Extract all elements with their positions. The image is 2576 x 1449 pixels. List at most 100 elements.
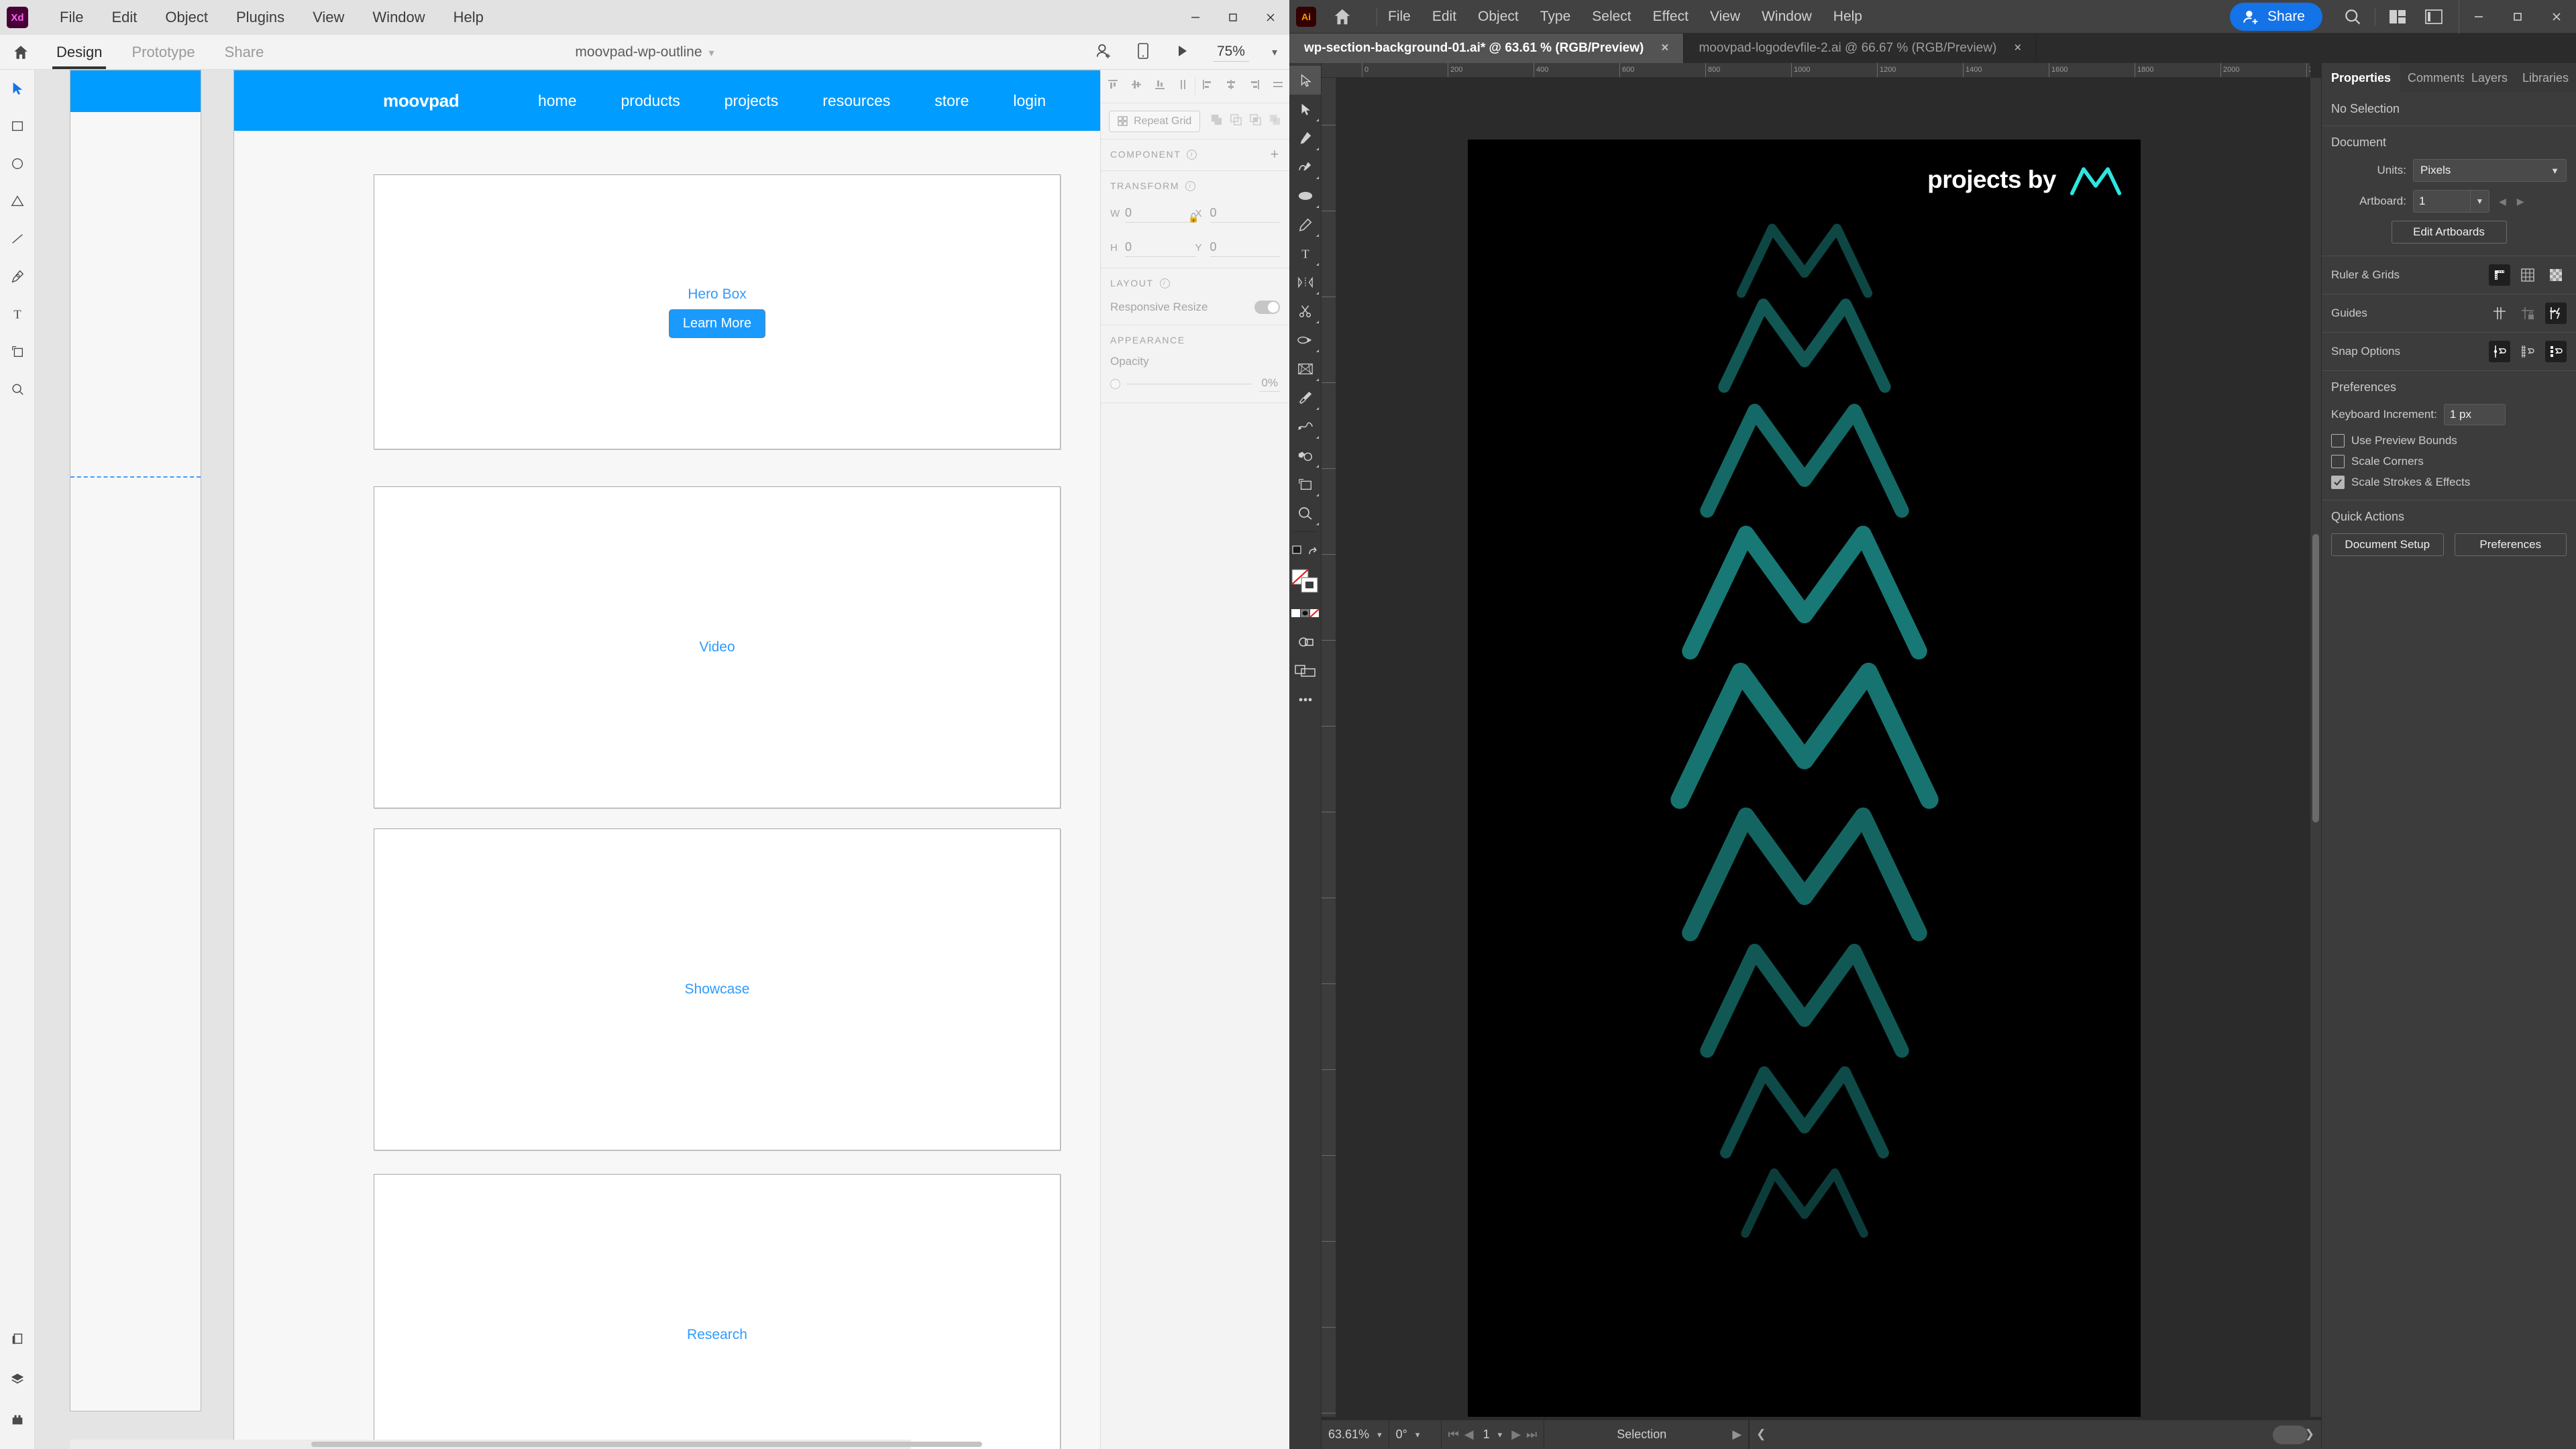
ai-home-icon[interactable] [1328, 7, 1356, 27]
xd-menu-plugins[interactable]: Plugins [222, 0, 299, 35]
ai-scissors-tool[interactable] [1289, 297, 1321, 325]
xd-select-tool[interactable] [0, 70, 34, 107]
xd-canvas[interactable]: Products - 1366px moovpad home products … [35, 70, 1100, 1449]
xd-artboard-secondary[interactable] [70, 70, 201, 1411]
status-menu-icon[interactable]: ▶ [1732, 1428, 1741, 1442]
lock-guides-icon[interactable] [2517, 303, 2538, 324]
xd-tab-share[interactable]: Share [210, 36, 279, 69]
ai-curvature-tool[interactable] [1289, 152, 1321, 181]
xd-zoom-value[interactable]: 75% [1212, 44, 1249, 62]
nav-link-home[interactable]: home [516, 92, 599, 110]
preferences-button[interactable]: Preferences [2454, 533, 2567, 556]
align-horizontal-center-icon[interactable] [1224, 78, 1238, 95]
wireframe-showcase-box[interactable]: Showcase [374, 828, 1061, 1150]
nav-link-store[interactable]: store [912, 92, 991, 110]
xd-home-icon[interactable] [0, 44, 42, 61]
xd-plugins-panel-icon[interactable] [0, 1399, 34, 1440]
use-preview-bounds-checkbox[interactable] [2331, 434, 2345, 447]
ai-ellipse-tool[interactable] [1289, 181, 1321, 210]
device-preview-icon[interactable] [1135, 42, 1151, 63]
ai-horizontal-ruler[interactable]: 0 200 400 600 800 1000 1200 1400 1600 18… [1322, 63, 2310, 78]
ai-type-tool[interactable]: T [1289, 239, 1321, 268]
ai-draw-modes-icon[interactable] [1289, 627, 1321, 656]
search-icon[interactable] [2334, 0, 2371, 34]
ai-tab-wp-section-background[interactable]: wp-section-background-01.ai* @ 63.61 % (… [1289, 34, 1684, 63]
distribute-horizontal-icon[interactable] [1271, 78, 1285, 95]
nav-link-products[interactable]: products [599, 92, 702, 110]
next-artboard-icon[interactable]: ▶ [2517, 196, 2524, 207]
use-preview-bounds-row[interactable]: Use Preview Bounds [2331, 434, 2567, 447]
xd-zoom-tool[interactable] [0, 370, 34, 408]
previous-artboard-icon[interactable]: ◀ [2499, 196, 2506, 207]
chevron-down-icon[interactable]: ▾ [1377, 1430, 1382, 1440]
show-transparency-grid-icon[interactable] [2545, 264, 2567, 286]
ai-close-button[interactable] [2537, 0, 2576, 34]
align-top-icon[interactable] [1106, 78, 1120, 95]
ai-zoom-tool[interactable] [1289, 498, 1321, 527]
ai-menu-help[interactable]: Help [1823, 0, 1873, 34]
boolean-add-icon[interactable] [1210, 113, 1223, 129]
close-icon[interactable]: × [1661, 41, 1668, 56]
add-component-button[interactable]: + [1271, 147, 1280, 162]
info-icon[interactable]: i [1187, 149, 1197, 160]
scroll-right-icon[interactable]: ❯ [2305, 1428, 2314, 1441]
ai-menu-select[interactable]: Select [1581, 0, 1642, 34]
opacity-value[interactable]: 0% [1259, 376, 1280, 392]
ai-document-area[interactable]: 0 200 400 600 800 1000 1200 1400 1600 18… [1322, 63, 2321, 1449]
xd-menu-window[interactable]: Window [358, 0, 439, 35]
keyboard-increment-input[interactable]: 1 px [2443, 404, 2506, 425]
ai-minimize-button[interactable] [2459, 0, 2498, 34]
show-rulers-icon[interactable] [2489, 264, 2510, 286]
play-preview-icon[interactable] [1174, 43, 1190, 62]
workspace-switcher-icon[interactable] [2416, 0, 2452, 34]
status-tool-indicator[interactable]: Selection ▶ [1544, 1419, 1750, 1449]
ai-artboard-1[interactable]: projects by [1468, 140, 2141, 1417]
document-setup-button[interactable]: Document Setup [2331, 533, 2444, 556]
scale-corners-checkbox[interactable] [2331, 455, 2345, 468]
ai-menu-file[interactable]: File [1377, 0, 1421, 34]
repeat-grid-button[interactable]: Repeat Grid [1109, 110, 1201, 132]
xd-horizontal-scrollbar[interactable] [70, 1440, 982, 1449]
xd-tab-design[interactable]: Design [42, 36, 117, 69]
xd-ellipse-tool[interactable] [0, 145, 34, 182]
ai-canvas[interactable]: projects by [1336, 78, 2310, 1417]
show-grid-icon[interactable] [2517, 264, 2538, 286]
ai-fill-stroke-swatch[interactable] [1289, 565, 1321, 598]
xd-layers-panel-icon[interactable] [0, 1359, 34, 1399]
ai-status-scroll-thumb[interactable] [2273, 1425, 2308, 1444]
xd-zoom-chevron-down-icon[interactable]: ▾ [1272, 46, 1277, 59]
ai-screen-mode-icon[interactable] [1289, 536, 1321, 565]
opacity-slider-row[interactable]: 0% [1110, 376, 1280, 392]
last-artboard-icon[interactable]: ⏭ [1526, 1428, 1537, 1442]
info-icon[interactable]: i [1159, 278, 1170, 288]
ai-maximize-button[interactable] [2498, 0, 2537, 34]
ai-tab-moovpad-logodevfile[interactable]: moovpad-logodevfile-2.ai @ 66.67 % (RGB/… [1684, 34, 2037, 63]
wireframe-research-box[interactable]: Research [374, 1174, 1061, 1449]
chevron-down-icon[interactable]: ▾ [1415, 1430, 1420, 1440]
ai-direct-selection-tool[interactable] [1289, 95, 1321, 123]
share-button[interactable]: Share [2229, 3, 2322, 31]
transform-width-field[interactable]: W 0 [1110, 206, 1195, 223]
opacity-slider-handle[interactable] [1110, 379, 1120, 389]
transform-height-field[interactable]: H 0 [1110, 240, 1195, 257]
xd-assets-panel-icon[interactable] [0, 1319, 34, 1359]
artboard-dropdown-chevron-down-icon[interactable]: ▼ [2471, 190, 2489, 213]
align-vertical-center-icon[interactable] [1130, 78, 1143, 95]
scroll-left-icon[interactable]: ❮ [1756, 1428, 1766, 1441]
ai-change-screen-mode-icon[interactable] [1289, 656, 1321, 685]
learn-more-button[interactable]: Learn More [668, 309, 766, 338]
ai-eyedropper-tool[interactable] [1289, 383, 1321, 412]
ai-menu-type[interactable]: Type [1529, 0, 1582, 34]
panel-tab-libraries[interactable]: Libraries [2515, 63, 2576, 93]
ai-width-tool[interactable] [1289, 268, 1321, 297]
xd-tab-prototype[interactable]: Prototype [117, 36, 209, 69]
ai-perspective-grid-tool[interactable] [1289, 354, 1321, 383]
artboard-number-input[interactable]: 1 [2413, 190, 2471, 213]
xd-text-tool[interactable]: T [0, 295, 34, 333]
smart-guides-icon[interactable] [2545, 303, 2567, 324]
ai-selection-tool[interactable] [1289, 66, 1321, 95]
ai-shape-builder-tool[interactable] [1289, 325, 1321, 354]
chevron-down-icon[interactable]: ▾ [1498, 1430, 1503, 1440]
units-select[interactable]: Pixels ▼ [2413, 159, 2567, 182]
xd-menu-view[interactable]: View [299, 0, 358, 35]
